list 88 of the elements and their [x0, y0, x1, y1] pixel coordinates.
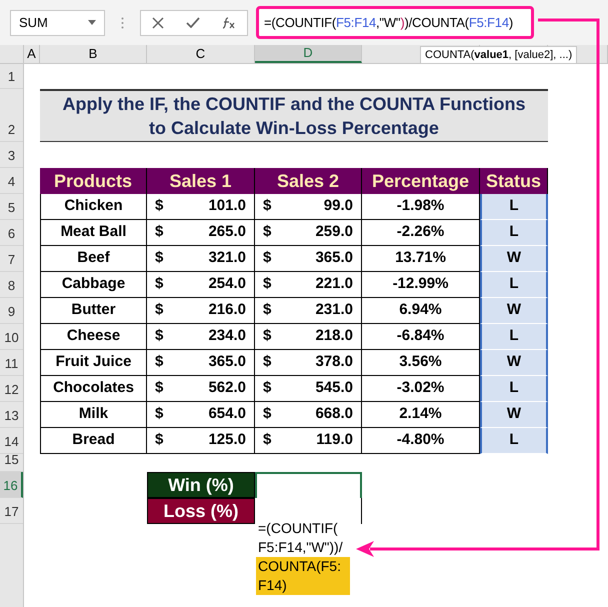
cell-formula-text: F14)	[256, 576, 350, 595]
function-icon[interactable]	[222, 16, 236, 28]
table-cell: W	[480, 402, 548, 428]
row-number[interactable]: 14	[0, 428, 23, 454]
table-cell: $ 221.0	[255, 272, 362, 298]
table-cell: $ 231.0	[255, 298, 362, 324]
row-number[interactable]: 2	[0, 89, 23, 142]
table-cell: Bread	[40, 428, 147, 454]
table-cell: $ 365.0	[255, 246, 362, 272]
table-cell: $ 668.0	[255, 402, 362, 428]
column-letter[interactable]: D	[255, 45, 362, 63]
table-cell: $ 216.0	[147, 298, 255, 324]
table-cell: -2.26%	[362, 220, 480, 246]
table-cell: $ 99.0	[255, 194, 362, 220]
table-cell: W	[480, 246, 548, 272]
column-header: Percentage	[362, 168, 480, 194]
row-number[interactable]: 10	[0, 324, 23, 350]
table-cell: -1.98%	[362, 194, 480, 220]
row-number[interactable]: 4	[0, 168, 23, 194]
table-cell: L	[480, 428, 548, 454]
table-cell: $ 119.0	[255, 428, 362, 454]
table-cell: Cheese	[40, 324, 147, 350]
table-cell: 2.14%	[362, 402, 480, 428]
table-cell: -4.80%	[362, 428, 480, 454]
function-tooltip: COUNTA(value1, [value2], ...)	[420, 46, 578, 64]
summary-label: Win (%)	[147, 472, 255, 498]
row-number[interactable]: 8	[0, 272, 23, 298]
row-number[interactable]: 13	[0, 402, 23, 428]
table-cell: Chicken	[40, 194, 147, 220]
cell-formula-text: COUNTA(F5:	[256, 557, 350, 576]
table-cell: $ 101.0	[147, 194, 255, 220]
row-number[interactable]: 7	[0, 246, 23, 272]
table-cell: $ 378.0	[255, 350, 362, 376]
table-cell: 3.56%	[362, 350, 480, 376]
table-cell: Beef	[40, 246, 147, 272]
column-letter[interactable]: A	[24, 45, 40, 63]
name-box[interactable]: SUM	[10, 10, 105, 36]
title-banner: Apply the IF, the COUNTIF and the COUNTA Functions to Calculate Win-Loss Percentage	[40, 89, 548, 142]
summary-label: Loss (%)	[147, 498, 255, 524]
row-number[interactable]: 17	[0, 498, 23, 524]
table-cell: Chocolates	[40, 376, 147, 402]
table-cell: $ 365.0	[147, 350, 255, 376]
table-cell: L	[480, 194, 548, 220]
dropdown-caret-icon	[88, 20, 96, 25]
table-cell: $ 254.0	[147, 272, 255, 298]
column-header: Products	[40, 168, 147, 194]
table-cell: Milk	[40, 402, 147, 428]
row-number[interactable]: 5	[0, 194, 23, 220]
row-number[interactable]: 16	[0, 472, 23, 498]
column-letter[interactable]: B	[40, 45, 147, 63]
row-number[interactable]: 3	[0, 142, 23, 168]
row-number[interactable]: 6	[0, 220, 23, 246]
table-cell: 6.94%	[362, 298, 480, 324]
table-cell: $ 259.0	[255, 220, 362, 246]
check-icon[interactable]	[186, 17, 200, 28]
table-cell: L	[480, 376, 548, 402]
table-cell: L	[480, 272, 548, 298]
table-cell: 13.71%	[362, 246, 480, 272]
drag-handle-icon	[121, 16, 124, 28]
row-number[interactable]: 1	[0, 64, 23, 89]
table-cell: -12.99%	[362, 272, 480, 298]
column-header: Sales 1	[147, 168, 255, 194]
table-cell: Meat Ball	[40, 220, 147, 246]
row-number[interactable]: 11	[0, 350, 23, 376]
cancel-icon[interactable]	[152, 16, 164, 28]
table-cell: W	[480, 350, 548, 376]
table-cell: Butter	[40, 298, 147, 324]
table-cell: L	[480, 220, 548, 246]
formula-input[interactable]: =(COUNTIF(F5:F14,"W"))/COUNTA(F5:F14)	[256, 6, 534, 39]
table-cell: $ 654.0	[147, 402, 255, 428]
table-cell: $ 265.0	[147, 220, 255, 246]
table-cell: $ 545.0	[255, 376, 362, 402]
table-cell: W	[480, 298, 548, 324]
table-cell: $ 234.0	[147, 324, 255, 350]
table-cell: L	[480, 324, 548, 350]
table-cell: Cabbage	[40, 272, 147, 298]
active-cell[interactable]	[255, 472, 362, 498]
column-header: Status	[480, 168, 548, 194]
row-number[interactable]: 12	[0, 376, 23, 402]
table-cell: $ 562.0	[147, 376, 255, 402]
table-cell: $ 125.0	[147, 428, 255, 454]
table-cell: $ 321.0	[147, 246, 255, 272]
column-header: Sales 2	[255, 168, 362, 194]
table-cell: -3.02%	[362, 376, 480, 402]
table-cell: $ 218.0	[255, 324, 362, 350]
table-cell: Fruit Juice	[40, 350, 147, 376]
table-cell: -6.84%	[362, 324, 480, 350]
row-number[interactable]: 9	[0, 298, 23, 324]
